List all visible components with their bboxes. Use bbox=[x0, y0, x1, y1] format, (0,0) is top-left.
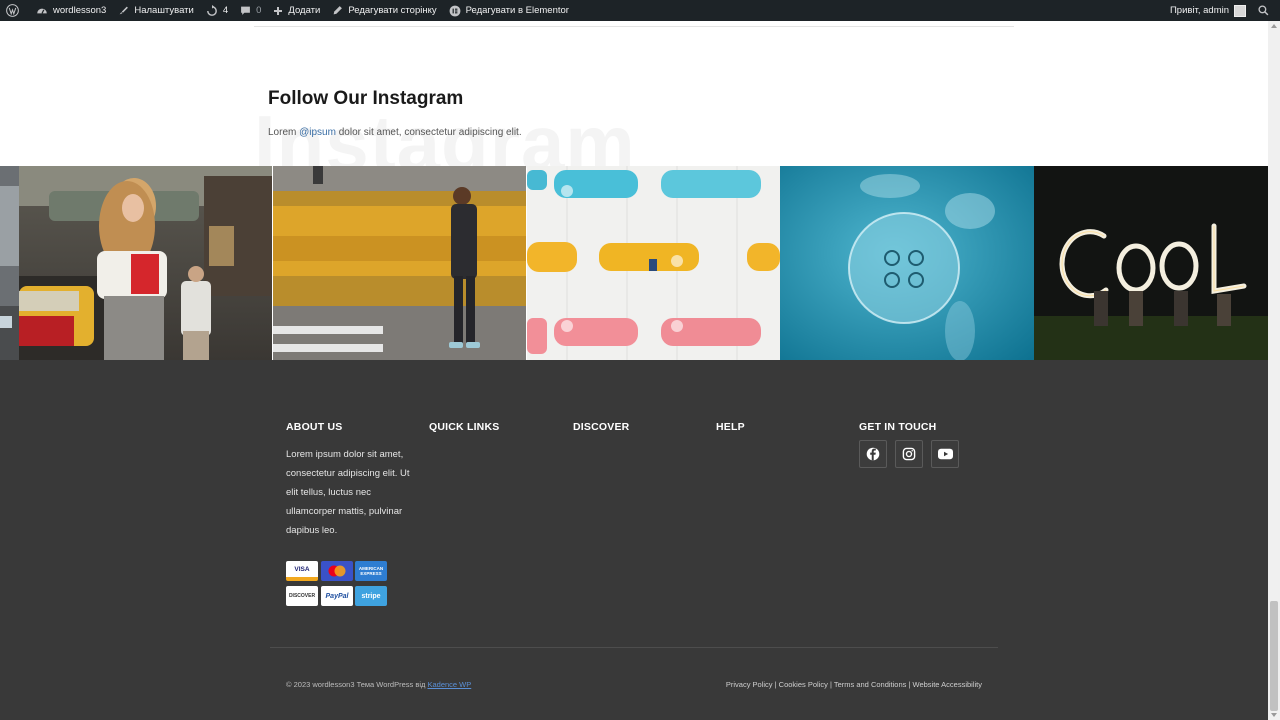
visa-icon: VISA bbox=[286, 561, 318, 581]
instagram-section-subtitle: Lorem @ipsum dolor sit amet, consectetur… bbox=[268, 127, 522, 138]
section-divider bbox=[254, 26, 1014, 27]
instagram-handle-link[interactable]: @ipsum bbox=[299, 127, 336, 138]
cookies-policy-link[interactable]: Cookies Policy bbox=[779, 680, 828, 689]
account-menu[interactable]: Привіт, admin bbox=[1164, 0, 1252, 21]
customize-link[interactable]: Налаштувати bbox=[112, 0, 199, 21]
city-street-photo bbox=[0, 166, 19, 360]
page-scrollbar[interactable] bbox=[1268, 21, 1280, 720]
subtitle-text-start: Lorem bbox=[268, 127, 300, 138]
youtube-icon bbox=[937, 448, 953, 460]
updates-count: 4 bbox=[222, 5, 229, 16]
updates-icon bbox=[206, 4, 217, 16]
footer-about-title: ABOUT US bbox=[286, 421, 343, 433]
search-button[interactable] bbox=[1252, 0, 1280, 21]
subtitle-text-end: dolor sit amet, consectetur adipiscing e… bbox=[335, 127, 522, 138]
instagram-photo[interactable] bbox=[19, 166, 272, 360]
website-accessibility-link[interactable]: Website Accessibility bbox=[913, 680, 982, 689]
comments-link[interactable]: 0 bbox=[234, 0, 267, 21]
instagram-photo[interactable] bbox=[273, 166, 526, 360]
scrollbar-thumb[interactable] bbox=[1270, 601, 1278, 711]
footer-copyright: © 2023 wordlesson3 Тема WordPress від Ka… bbox=[286, 680, 471, 689]
footer-quick-links-title: QUICK LINKS bbox=[429, 421, 500, 433]
site-name-menu[interactable]: wordlesson3 bbox=[30, 0, 112, 21]
discover-card-icon: DISCOVER bbox=[286, 586, 318, 606]
amex-icon: AMERICAN EXPRESS bbox=[355, 561, 387, 581]
footer-about-text: Lorem ipsum dolor sit amet, consectetur … bbox=[286, 449, 410, 536]
instagram-section-title: Follow Our Instagram bbox=[268, 88, 464, 109]
colorful-pills-photo bbox=[527, 166, 780, 360]
comment-icon bbox=[241, 6, 251, 15]
add-new-label: Додати bbox=[288, 5, 321, 16]
instagram-photo[interactable] bbox=[780, 166, 1034, 360]
paypal-label: PayPal bbox=[325, 592, 349, 600]
privacy-policy-link[interactable]: Privacy Policy bbox=[726, 680, 773, 689]
kadence-wp-link[interactable]: Kadence WP bbox=[427, 680, 471, 689]
terms-conditions-link[interactable]: Terms and Conditions bbox=[834, 680, 907, 689]
footer-contact-title: GET IN TOUCH bbox=[859, 421, 937, 433]
site-footer: ABOUT US QUICK LINKS DISCOVER HELP GET I… bbox=[0, 360, 1268, 720]
footer-divider bbox=[270, 647, 998, 648]
edit-elementor-label: Редагувати в Elementor bbox=[465, 5, 569, 16]
stripe-icon: stripe bbox=[355, 586, 387, 606]
admin-bar: wordlesson3 Налаштувати 4 0 Додати Редаг… bbox=[0, 0, 1280, 21]
mastercard-icon bbox=[321, 561, 353, 581]
elementor-icon bbox=[449, 5, 461, 16]
footer-help-title: HELP bbox=[716, 421, 745, 433]
instagram-photo[interactable] bbox=[1034, 166, 1268, 360]
man-taxi-photo bbox=[273, 166, 526, 360]
footer-discover-title: DISCOVER bbox=[573, 421, 630, 433]
dashboard-icon bbox=[37, 8, 47, 14]
woman-street-photo bbox=[19, 166, 272, 360]
scroll-down-arrow-icon[interactable] bbox=[1271, 713, 1277, 717]
cool-sparklers-photo bbox=[1034, 166, 1268, 360]
customize-label: Налаштувати bbox=[134, 5, 194, 16]
stripe-label: stripe bbox=[361, 592, 381, 600]
plus-icon bbox=[274, 6, 283, 15]
youtube-button[interactable] bbox=[931, 440, 959, 468]
edit-elementor-link[interactable]: Редагувати в Elementor bbox=[443, 0, 575, 21]
facebook-button[interactable] bbox=[859, 440, 887, 468]
copyright-text: © 2023 wordlesson3 Тема WordPress від bbox=[286, 680, 428, 689]
brush-icon bbox=[119, 6, 129, 15]
instagram-gallery bbox=[0, 166, 1268, 360]
instagram-photo[interactable] bbox=[527, 166, 780, 360]
discover-card-label: DISCOVER bbox=[288, 593, 316, 599]
paypal-icon: PayPal bbox=[321, 586, 353, 606]
search-icon bbox=[1258, 5, 1269, 16]
facebook-icon bbox=[866, 447, 880, 461]
instagram-icon bbox=[902, 447, 916, 461]
instagram-photo[interactable] bbox=[0, 166, 19, 360]
pencil-icon bbox=[333, 6, 343, 15]
instagram-button[interactable] bbox=[895, 440, 923, 468]
visa-label: VISA bbox=[294, 565, 310, 573]
wordpress-icon bbox=[6, 4, 19, 17]
wordpress-logo-button[interactable] bbox=[0, 0, 30, 21]
jellyfish-photo bbox=[780, 166, 1034, 360]
scroll-up-arrow-icon[interactable] bbox=[1271, 24, 1277, 28]
amex-label: AMERICAN EXPRESS bbox=[358, 566, 384, 576]
greeting-label: Привіт, admin bbox=[1169, 5, 1229, 16]
updates-link[interactable]: 4 bbox=[200, 0, 234, 21]
footer-legal-links: Privacy Policy | Cookies Policy | Terms … bbox=[726, 680, 982, 689]
add-new-menu[interactable]: Додати bbox=[267, 0, 326, 21]
avatar bbox=[1234, 4, 1246, 17]
site-name-label: wordlesson3 bbox=[53, 5, 107, 16]
comments-count: 0 bbox=[256, 5, 262, 16]
edit-page-label: Редагувати сторінку bbox=[348, 5, 437, 16]
edit-page-link[interactable]: Редагувати сторінку bbox=[326, 0, 442, 21]
mastercard-circles bbox=[328, 565, 346, 577]
